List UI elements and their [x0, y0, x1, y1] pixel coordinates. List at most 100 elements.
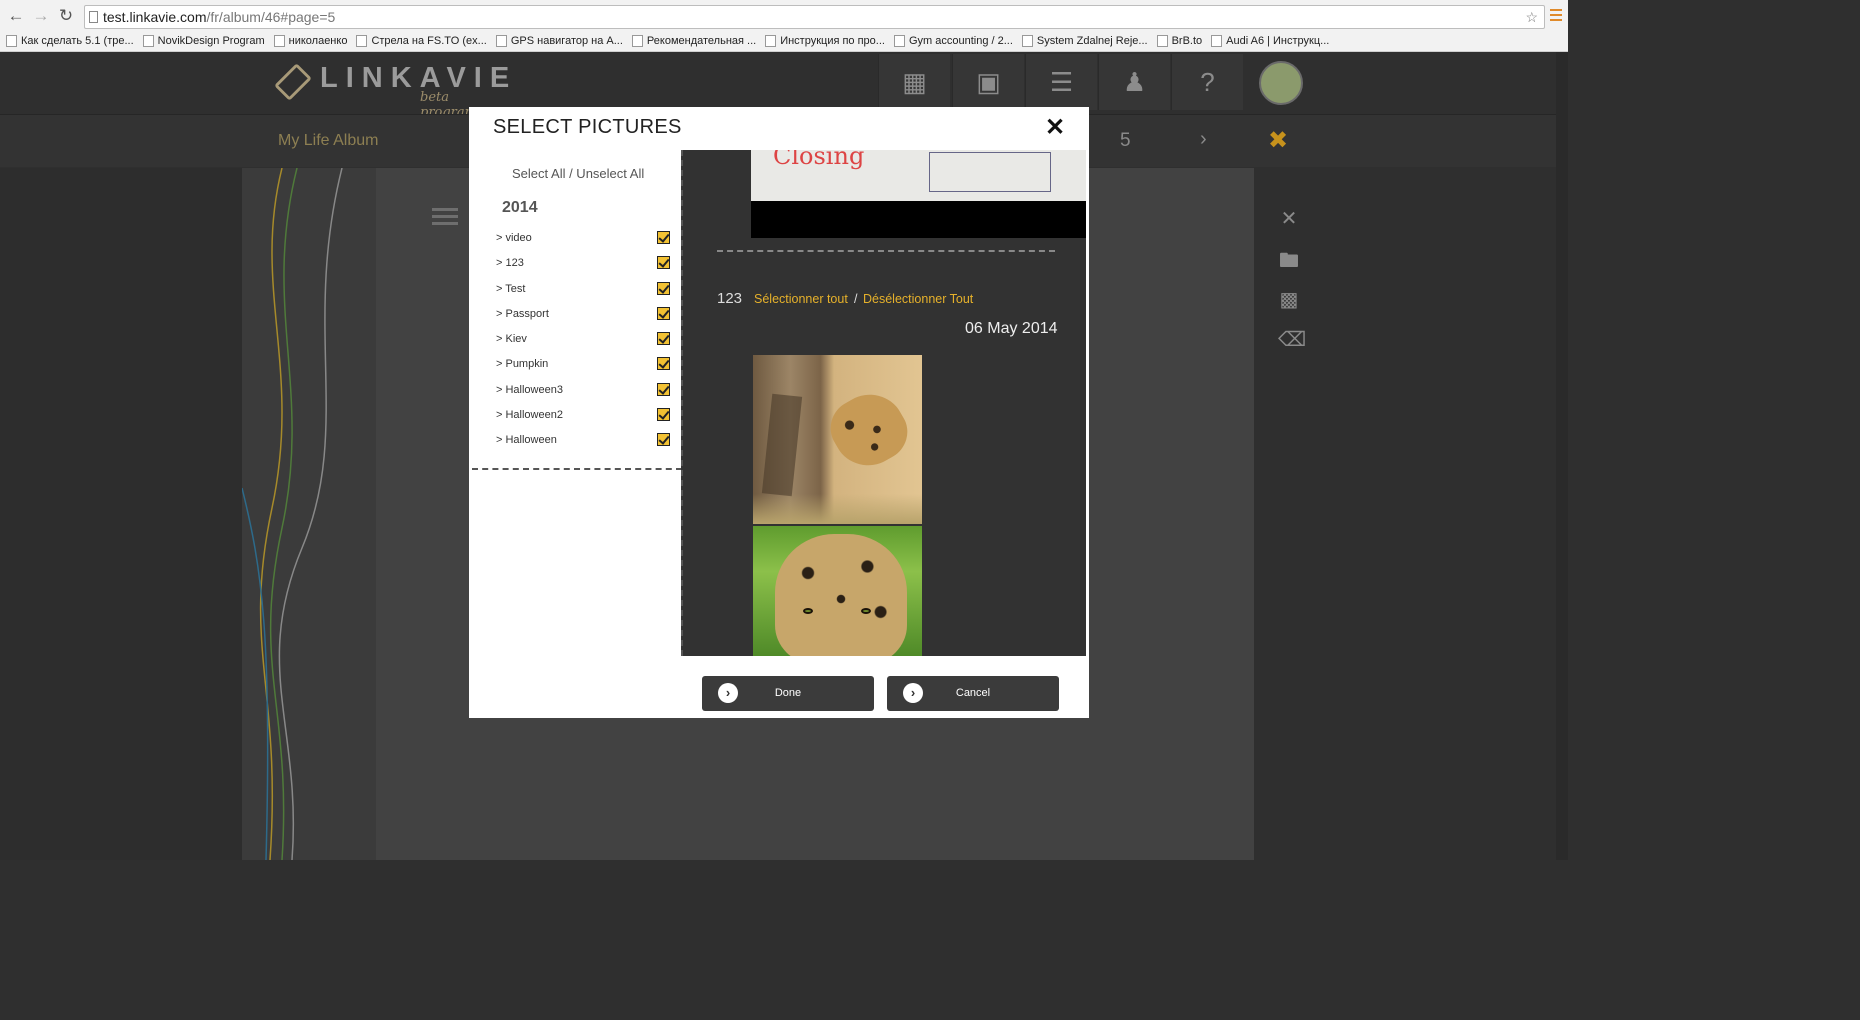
- address-bar[interactable]: test.linkavie.com/fr/album/46#page=5 ☆: [84, 5, 1545, 29]
- folder-row[interactable]: > Halloween2: [496, 406, 671, 431]
- browser-menu-icon[interactable]: [1550, 9, 1562, 23]
- folder-label[interactable]: > Halloween2: [496, 409, 563, 421]
- app-header: [0, 52, 1568, 114]
- friends-button[interactable]: ♟: [1098, 54, 1170, 110]
- bookmark-label: Стрела на FS.TO (ex...: [371, 35, 487, 47]
- avatar[interactable]: [1259, 61, 1303, 105]
- chevron-right-icon: ›: [718, 683, 738, 703]
- folder-checkbox[interactable]: [657, 281, 670, 295]
- calendar-icon: ▦: [902, 66, 927, 97]
- bookmark-item[interactable]: Стрела на FS.TO (ex...: [356, 35, 487, 47]
- page-icon: [273, 35, 285, 47]
- flag-icon: [1021, 35, 1033, 47]
- menu-icon[interactable]: [432, 208, 458, 226]
- cheetah-tree-photo[interactable]: [753, 355, 922, 524]
- library-button[interactable]: ☰: [1025, 54, 1097, 110]
- folder-row[interactable]: > Halloween: [496, 431, 671, 456]
- cheetah-face-photo[interactable]: [753, 526, 922, 656]
- cancel-button[interactable]: › Cancel: [887, 676, 1059, 711]
- favicon-icon: [495, 35, 507, 47]
- next-page-icon[interactable]: ›: [1200, 128, 1207, 151]
- bookmark-item[interactable]: Рекомендательная ...: [631, 35, 756, 47]
- whiteboard-diagram: [929, 152, 1051, 192]
- forward-arrow-icon[interactable]: →: [31, 6, 51, 26]
- chevron-right-icon: ›: [903, 683, 923, 703]
- group-name: 123: [717, 290, 743, 307]
- page-number: 5: [1120, 130, 1131, 151]
- url-path: /fr/album/46#page=5: [206, 9, 336, 25]
- bookmark-item[interactable]: Audi A6 | Инструкц...: [1211, 35, 1329, 47]
- folder-label[interactable]: > 123: [496, 257, 524, 269]
- bookmark-item[interactable]: николаенко: [273, 35, 347, 47]
- folder-label[interactable]: > Halloween3: [496, 384, 563, 396]
- bookmark-label: NovikDesign Program: [157, 35, 265, 47]
- linkavie-logo[interactable]: LINKAVIE beta program: [274, 56, 509, 120]
- back-arrow-icon[interactable]: ←: [6, 6, 26, 26]
- picture-frame-icon: ▣: [976, 66, 1001, 97]
- folder-label[interactable]: > video: [496, 232, 532, 244]
- folder-checkbox[interactable]: [657, 306, 670, 320]
- folder-checkbox[interactable]: [657, 357, 670, 371]
- page-margin-right: [1254, 168, 1568, 860]
- bookmark-item[interactable]: Инструкция по про...: [765, 35, 885, 47]
- reload-icon[interactable]: ↻: [56, 6, 76, 26]
- folder-row[interactable]: > Halloween3: [496, 381, 671, 406]
- star-icon[interactable]: ☆: [1525, 6, 1538, 28]
- folder-row[interactable]: > Pumpkin: [496, 355, 671, 380]
- folder-checkbox[interactable]: [657, 332, 670, 346]
- folder-row[interactable]: > Kiev: [496, 330, 671, 355]
- folder-checkbox[interactable]: [657, 382, 670, 396]
- save-icon[interactable]: ▩: [1278, 289, 1300, 311]
- folder-label[interactable]: > Passport: [496, 308, 549, 320]
- select-all-link[interactable]: Select All / Unselect All: [512, 166, 644, 181]
- bookmark-item[interactable]: Как сделать 5.1 (тре...: [6, 35, 134, 47]
- people-icon: ♟: [1122, 66, 1147, 97]
- folder-checkbox[interactable]: [657, 408, 670, 422]
- folder-icon[interactable]: 🖿: [1278, 250, 1300, 272]
- question-icon: ?: [1200, 66, 1215, 97]
- folder-label[interactable]: > Kiev: [496, 333, 527, 345]
- arrow-up-icon: [356, 35, 368, 47]
- folder-label[interactable]: > Pumpkin: [496, 358, 548, 370]
- calendar-button[interactable]: ▦: [878, 54, 950, 110]
- whiteboard-photo[interactable]: Closing: [751, 150, 1086, 201]
- help-button[interactable]: ?: [1171, 54, 1243, 110]
- bookmark-item[interactable]: Gym accounting / 2...: [893, 35, 1013, 47]
- group-date: 06 May 2014: [965, 320, 1058, 337]
- bookmark-item[interactable]: System Zdalnej Reje...: [1021, 35, 1148, 47]
- folder-label[interactable]: > Test: [496, 283, 525, 295]
- close-icon[interactable]: ✕: [1278, 208, 1300, 230]
- folder-row[interactable]: > video: [496, 229, 671, 254]
- folder-row[interactable]: > 123: [496, 254, 671, 279]
- folder-checkbox[interactable]: [657, 231, 670, 244]
- photo-caption-bar: [751, 201, 1086, 238]
- done-button[interactable]: › Done: [702, 676, 874, 711]
- done-label: Done: [774, 687, 802, 699]
- bookmark-label: System Zdalnej Reje...: [1036, 35, 1148, 47]
- album-title[interactable]: My Life Album: [278, 132, 378, 150]
- favicon-icon: [6, 35, 17, 47]
- bookmark-item[interactable]: NovikDesign Program: [142, 35, 265, 47]
- folder-list: > video > 123 > Test > Passport > Kiev > Pump…: [496, 229, 671, 457]
- page-scrollbar[interactable]: [1556, 52, 1568, 860]
- folder-checkbox[interactable]: [657, 433, 670, 447]
- folder-row[interactable]: > Test: [496, 280, 671, 305]
- folder-checkbox[interactable]: [657, 256, 670, 270]
- bookmark-item[interactable]: GPS навигатор на A...: [495, 35, 623, 47]
- books-icon: ☰: [1049, 66, 1074, 97]
- bookmarks-bar: Как сделать 5.1 (тре... NovikDesign Progr…: [6, 32, 1338, 50]
- folder-label[interactable]: > Halloween: [496, 434, 557, 446]
- folder-row[interactable]: > Passport: [496, 305, 671, 330]
- album-button[interactable]: ▣: [952, 54, 1024, 110]
- bookmark-item[interactable]: BrB.to: [1156, 35, 1202, 47]
- whiteboard-text: Closing: [773, 150, 865, 170]
- timeline-lines: [241, 167, 343, 861]
- page-icon: [142, 35, 154, 47]
- trash-icon[interactable]: ⌫: [1278, 329, 1306, 351]
- tools-icon[interactable]: ✖: [1268, 126, 1288, 155]
- close-icon[interactable]: ✕: [1045, 113, 1065, 142]
- select-all-link[interactable]: Sélectionner tout: [754, 292, 848, 306]
- browser-chrome: ← → ↻ test.linkavie.com/fr/album/46#page…: [0, 0, 1568, 52]
- unselect-all-link[interactable]: Désélectionner Tout: [863, 292, 973, 306]
- picture-preview-pane[interactable]: Closing 123 Sélectionner tout / Désélect…: [681, 150, 1086, 656]
